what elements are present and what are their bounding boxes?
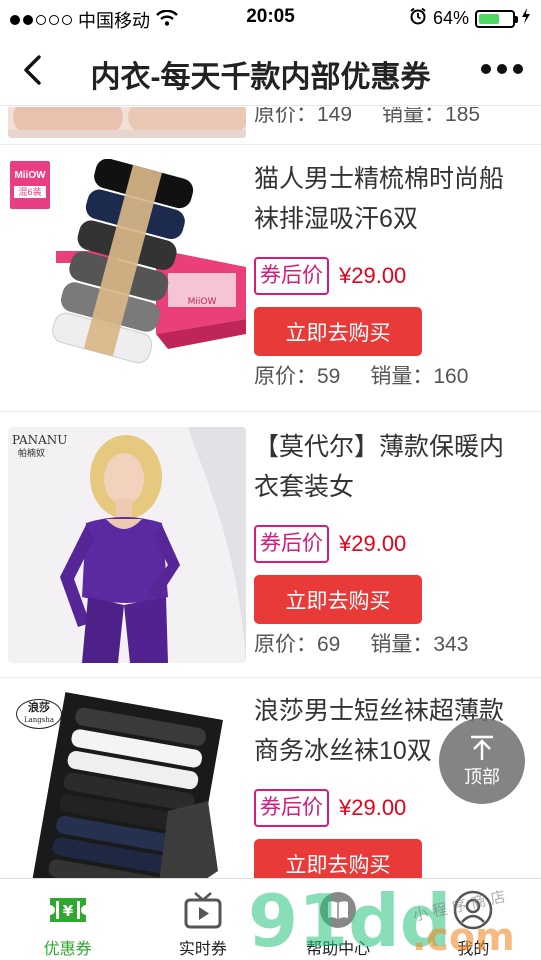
buy-now-button[interactable]: 立即去购买	[254, 839, 422, 878]
play-tv-icon	[180, 887, 226, 933]
status-bar: 中国移动 20:05 64%	[0, 0, 541, 36]
product-meta: 原价：69 销量：343	[254, 633, 469, 656]
svg-text:MiiOW: MiiOW	[188, 297, 217, 307]
arrow-up-icon	[471, 735, 493, 760]
back-to-top-label: 顶部	[464, 767, 500, 787]
status-right: 64%	[409, 7, 531, 30]
back-to-top-button[interactable]: 顶部	[439, 718, 525, 804]
list-item[interactable]: 原价：149 销量：185	[0, 107, 541, 138]
coupon-price-tag: 券后价	[254, 257, 329, 295]
coupon-price-tag: 券后价	[254, 789, 329, 827]
sales-count: 160	[433, 365, 469, 388]
tab-label: 帮助中心	[306, 941, 371, 958]
list-item[interactable]: MiiOW MiiOW 混6装 猫人男士精梳棉时尚船袜排湿吸汗6双 券后价 ¥2…	[0, 159, 541, 423]
product-image[interactable]: PANANU 帕楠奴	[8, 427, 246, 663]
tab-label: 我的	[457, 941, 490, 958]
charging-icon	[521, 8, 531, 29]
product-meta: 原价：149 销量：185	[254, 107, 527, 128]
back-button[interactable]	[12, 50, 52, 90]
battery-icon	[475, 9, 518, 28]
alarm-icon	[409, 7, 427, 30]
tab-label: 实时券	[178, 941, 227, 958]
product-image[interactable]: MiiOW MiiOW 混6装	[8, 159, 246, 395]
tab-coupons[interactable]: ¥ 优惠券	[0, 879, 135, 960]
product-image[interactable]: 浪莎 Langsha	[8, 691, 246, 878]
tab-help-center[interactable]: 帮助中心	[271, 879, 406, 960]
tab-label: 优惠券	[43, 941, 92, 958]
user-icon	[450, 887, 496, 933]
coupon-icon: ¥	[45, 887, 91, 933]
product-meta: 原价：59 销量：160	[254, 365, 469, 388]
tab-bar: ¥ 优惠券 实时券 帮助中心 我的	[0, 878, 541, 960]
tab-live-coupons[interactable]: 实时券	[135, 879, 270, 960]
coupon-price: ¥29.00	[339, 795, 407, 820]
product-title[interactable]: 猫人男士精梳棉时尚船袜排湿吸汗6双	[254, 159, 527, 239]
chevron-left-icon	[24, 55, 41, 85]
battery-percent: 64%	[432, 8, 469, 28]
coupon-price: ¥29.00	[339, 263, 407, 288]
sales-count: 343	[433, 633, 469, 656]
brand-logo: PANANU 帕楠奴	[12, 433, 68, 459]
product-title[interactable]: 【莫代尔】薄款保暖内衣套装女	[254, 427, 527, 507]
brand-logo: 浪莎 Langsha	[16, 699, 62, 729]
buy-now-button[interactable]: 立即去购买	[254, 307, 422, 356]
coupon-price-tag: 券后价	[254, 525, 329, 563]
book-icon	[315, 887, 361, 933]
page-title: 内衣-每天千款内部优惠券	[90, 61, 431, 94]
divider	[0, 677, 541, 678]
original-price: 59	[317, 365, 341, 388]
buy-now-button[interactable]: 立即去购买	[254, 575, 422, 624]
brand-logo: MiiOW 混6装	[10, 161, 50, 209]
product-image[interactable]	[8, 107, 246, 138]
nav-bar: 内衣-每天千款内部优惠券	[0, 36, 541, 106]
list-item[interactable]: PANANU 帕楠奴 【莫代尔】薄款保暖内衣套装女 券后价 ¥29.00 立即去…	[0, 427, 541, 691]
divider	[0, 144, 541, 145]
original-price: 149	[317, 107, 353, 126]
tab-my[interactable]: 我的	[406, 879, 541, 960]
divider	[0, 411, 541, 412]
original-price: 69	[317, 633, 341, 656]
svg-text:¥: ¥	[62, 902, 73, 920]
more-menu-button[interactable]	[481, 64, 523, 74]
coupon-price: ¥29.00	[339, 531, 407, 556]
sales-count: 185	[445, 107, 481, 126]
